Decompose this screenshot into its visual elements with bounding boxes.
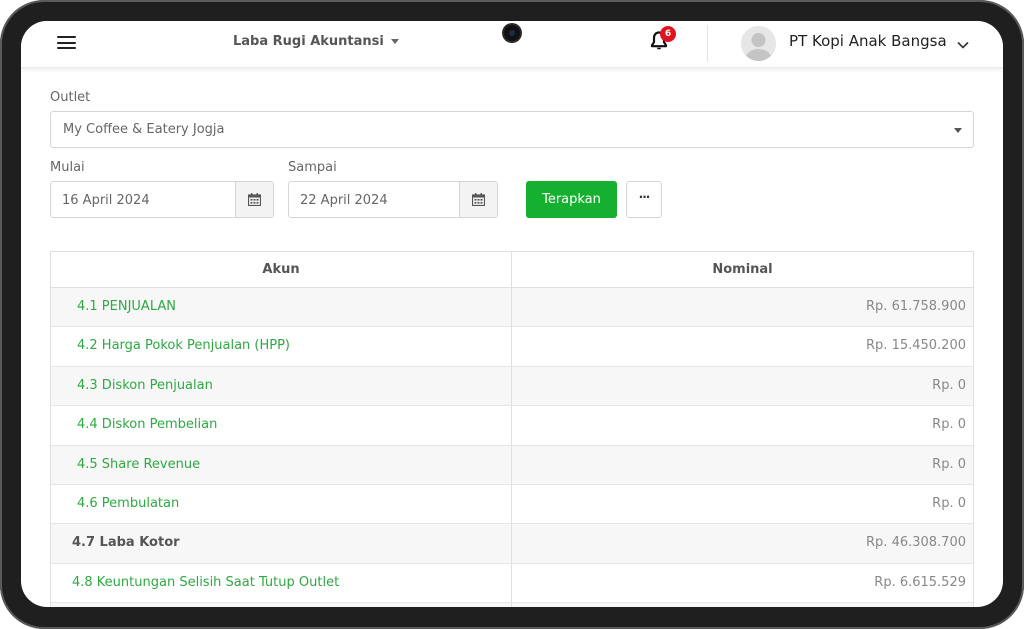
table-row: 4.6 Pembulatan Rp. 0 <box>51 484 973 525</box>
end-date-label: Sampai <box>288 160 337 175</box>
account-link[interactable]: 4.6 Pembulatan <box>77 496 179 511</box>
nominal-value: Rp. 61.758.900 <box>866 299 966 314</box>
table-row <box>51 603 973 607</box>
table-row: 4.4 Diskon Pembelian Rp. 0 <box>51 406 973 446</box>
account-link[interactable]: 4.1 PENJUALAN <box>77 299 176 314</box>
calendar-icon <box>472 193 485 206</box>
table-row: 4.2 Harga Pokok Penjualan (HPP) Rp. 15.4… <box>51 327 973 367</box>
column-header-nominal: Nominal <box>712 262 773 277</box>
page-menu-dropdown[interactable]: Laba Rugi Akuntansi <box>233 34 399 49</box>
start-date-field[interactable]: 16 April 2024 <box>50 181 274 218</box>
account-subtotal-label: 4.7 Laba Kotor <box>72 535 180 551</box>
nominal-value: Rp. 15.450.200 <box>866 338 966 354</box>
more-options-button[interactable]: ··· <box>626 181 662 218</box>
table-header: Akun Nominal <box>51 252 973 288</box>
nominal-value: Rp. 0 <box>932 495 966 511</box>
outlet-label: Outlet <box>50 90 91 105</box>
profit-loss-table: Akun Nominal 4.1 PENJUALAN Rp. 61.758.90… <box>50 251 974 607</box>
chevron-down-icon[interactable] <box>956 35 970 49</box>
avatar[interactable] <box>741 26 776 61</box>
account-link[interactable]: 4.8 Keuntungan Selisih Saat Tutup Outlet <box>72 575 339 590</box>
nominal-value: Rp. 6.615.529 <box>874 574 966 590</box>
table-row: 4.3 Diskon Penjualan Rp. 0 <box>51 366 973 407</box>
start-date-calendar-button[interactable] <box>235 182 273 217</box>
screen: Laba Rugi Akuntansi 6 PT Kopi Anak Bangs… <box>21 21 1003 607</box>
notification-badge: 6 <box>660 26 676 42</box>
end-date-value: 22 April 2024 <box>300 193 388 208</box>
table-body: 4.1 PENJUALAN Rp. 61.758.900 4.2 Harga P… <box>51 288 973 607</box>
start-date-value: 16 April 2024 <box>62 193 150 208</box>
outlet-value: My Coffee & Eatery Jogja <box>63 122 225 137</box>
caret-down-icon <box>390 39 399 44</box>
nominal-value: Rp. 0 <box>932 377 966 393</box>
hamburger-menu-icon[interactable] <box>57 35 76 51</box>
page-menu-label: Laba Rugi Akuntansi <box>233 34 384 49</box>
account-link[interactable]: 4.5 Share Revenue <box>77 457 200 472</box>
nominal-value: Rp. 0 <box>932 417 966 433</box>
account-link[interactable]: 4.3 Diskon Penjualan <box>77 378 213 393</box>
account-link[interactable]: 4.2 Harga Pokok Penjualan (HPP) <box>77 338 290 353</box>
table-row: 4.1 PENJUALAN Rp. 61.758.900 <box>51 288 973 328</box>
outlet-select[interactable]: My Coffee & Eatery Jogja <box>50 111 974 148</box>
table-row: 4.7 Laba Kotor Rp. 46.308.700 <box>51 524 973 564</box>
table-row: 4.5 Share Revenue Rp. 0 <box>51 445 973 485</box>
end-date-field[interactable]: 22 April 2024 <box>288 181 498 218</box>
camera-icon <box>504 25 520 41</box>
apply-button[interactable]: Terapkan <box>526 181 617 218</box>
end-date-calendar-button[interactable] <box>459 182 497 217</box>
account-link[interactable]: 4.4 Diskon Pembelian <box>77 417 217 432</box>
nominal-value: Rp. 0 <box>932 456 966 472</box>
calendar-icon <box>248 193 261 206</box>
header-divider <box>707 25 708 61</box>
column-header-akun: Akun <box>51 252 512 287</box>
nominal-value: Rp. 46.308.700 <box>866 535 966 551</box>
start-date-label: Mulai <box>50 160 85 175</box>
tablet-frame: Laba Rugi Akuntansi 6 PT Kopi Anak Bangs… <box>0 0 1024 629</box>
table-row: 4.8 Keuntungan Selisih Saat Tutup Outlet… <box>51 563 973 604</box>
company-name[interactable]: PT Kopi Anak Bangsa <box>789 32 947 50</box>
caret-down-icon <box>954 128 962 133</box>
